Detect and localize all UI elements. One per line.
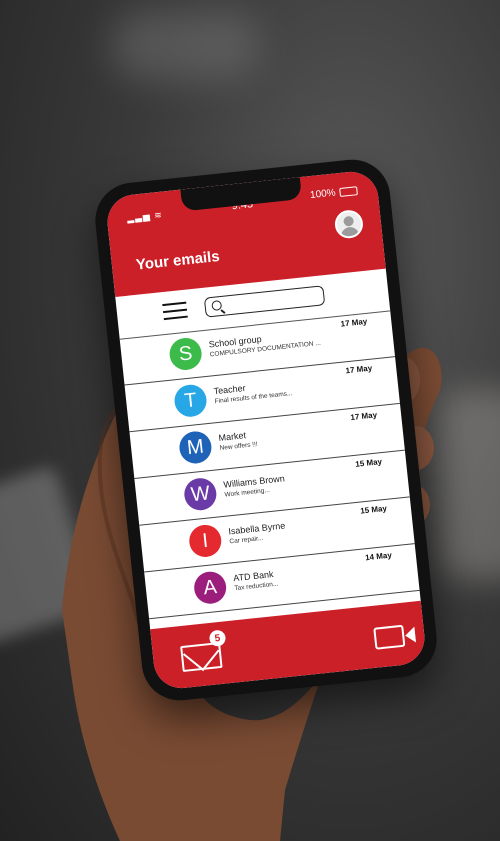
email-sender: Isabella Byrne bbox=[227, 520, 286, 537]
unread-badge: 5 bbox=[208, 629, 227, 648]
status-battery: 100% bbox=[310, 185, 358, 201]
background-object bbox=[0, 465, 101, 645]
email-sender: Market bbox=[218, 430, 247, 443]
hamburger-menu-icon[interactable] bbox=[162, 301, 188, 321]
email-sender: Teacher bbox=[213, 382, 247, 397]
sender-avatar: S bbox=[168, 336, 204, 372]
sender-avatar: M bbox=[177, 429, 214, 466]
sender-avatar: T bbox=[172, 383, 209, 419]
email-date: 17 May bbox=[350, 410, 378, 423]
battery-percent: 100% bbox=[309, 187, 337, 202]
email-date: 17 May bbox=[340, 316, 368, 329]
background-light bbox=[440, 390, 500, 580]
sender-avatar: A bbox=[192, 570, 228, 606]
sender-avatar: I bbox=[187, 523, 223, 559]
search-input[interactable] bbox=[222, 287, 325, 314]
email-date: 15 May bbox=[354, 457, 383, 469]
email-date: 15 May bbox=[359, 503, 388, 516]
page-title: Your emails bbox=[135, 247, 221, 274]
email-preview: Car repair... bbox=[229, 534, 264, 546]
search-box[interactable] bbox=[203, 285, 326, 318]
email-preview: New offers !!! bbox=[219, 440, 259, 452]
phone-screen: ▂▃▅ ≋ 9:45 100% Your emails S School gro… bbox=[104, 169, 428, 691]
phone-device: ▂▃▅ ≋ 9:45 100% Your emails S School gro… bbox=[91, 155, 441, 705]
mail-icon[interactable] bbox=[180, 641, 223, 673]
email-date: 14 May bbox=[364, 550, 393, 563]
sender-avatar: W bbox=[182, 476, 218, 512]
signal-wifi-icon: ▂▃▅ ≋ bbox=[126, 209, 164, 224]
email-sender: Williams Brown bbox=[222, 473, 286, 490]
video-call-icon[interactable] bbox=[373, 624, 406, 650]
search-icon bbox=[211, 299, 223, 311]
email-date: 17 May bbox=[345, 363, 373, 376]
background-blur bbox=[110, 10, 260, 80]
email-list: S School group COMPULSORY DOCUMENTATION … bbox=[119, 310, 420, 620]
battery-icon bbox=[339, 186, 358, 197]
profile-avatar-icon[interactable] bbox=[333, 208, 365, 240]
